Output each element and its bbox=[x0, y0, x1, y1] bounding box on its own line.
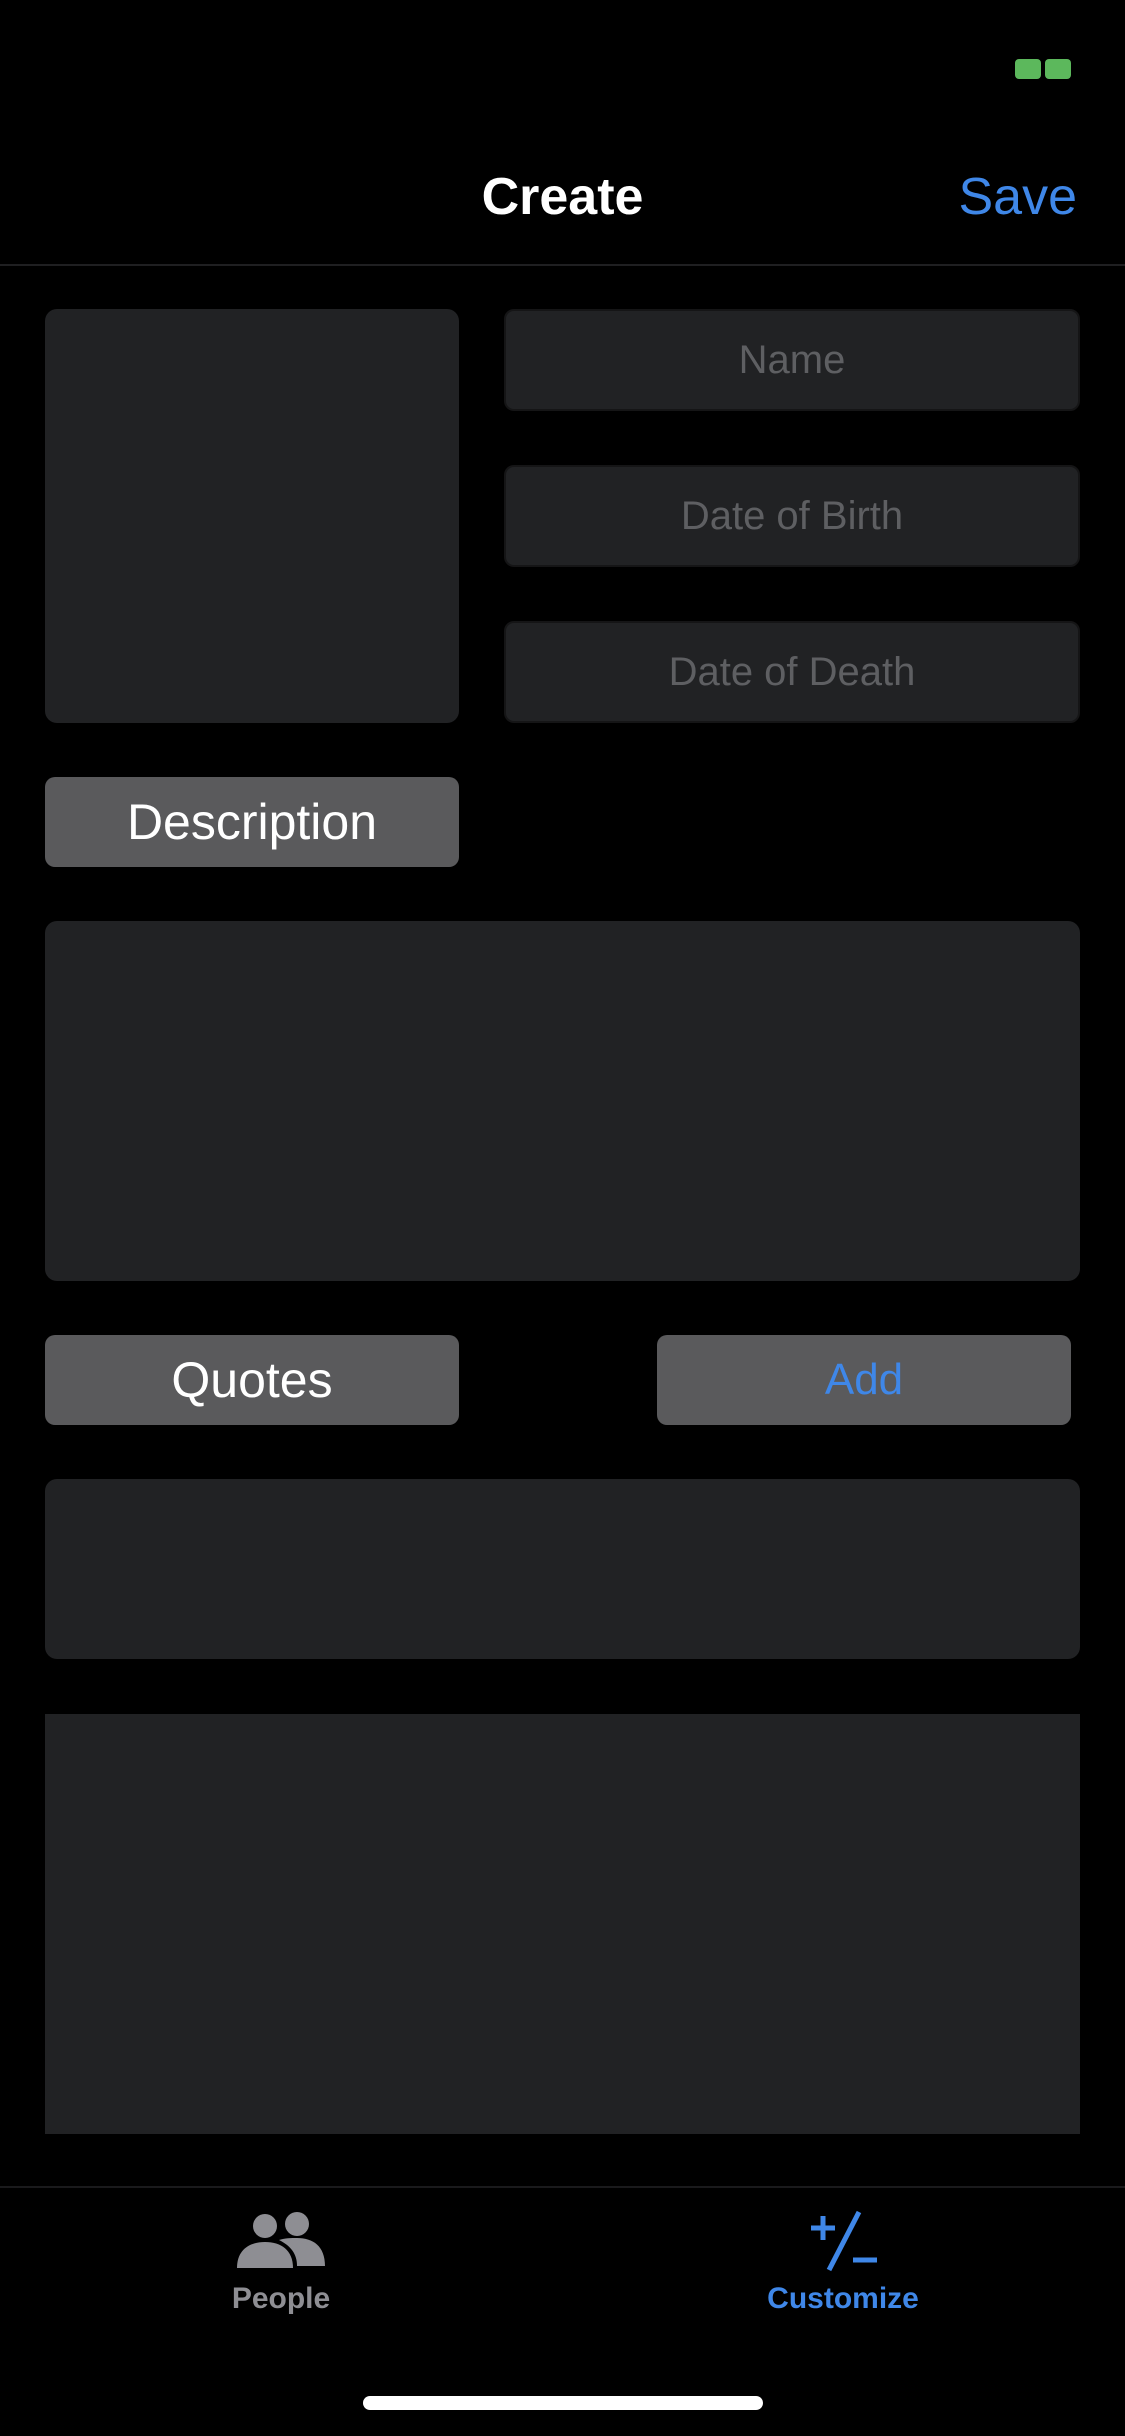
people-icon bbox=[237, 2212, 325, 2268]
tab-people[interactable]: People bbox=[131, 2210, 431, 2316]
name-field[interactable] bbox=[504, 309, 1080, 411]
status-indicator-icon bbox=[1015, 58, 1071, 80]
tab-customize[interactable]: Customize bbox=[693, 2210, 993, 2316]
nav-divider bbox=[0, 264, 1125, 266]
home-indicator bbox=[363, 2396, 763, 2410]
photo-placeholder[interactable] bbox=[45, 309, 459, 723]
tab-bar-divider bbox=[0, 2186, 1125, 2188]
save-button[interactable]: Save bbox=[958, 162, 1077, 232]
tab-customize-label: Customize bbox=[767, 2282, 919, 2315]
quote-input[interactable] bbox=[45, 1479, 1080, 1659]
tab-people-label: People bbox=[231, 2282, 331, 2315]
date-of-birth-field[interactable] bbox=[504, 465, 1080, 567]
page-title: Create bbox=[481, 168, 644, 226]
add-quote-button[interactable]: Add bbox=[657, 1335, 1071, 1425]
plus-minus-icon bbox=[811, 2210, 877, 2272]
description-textarea[interactable] bbox=[45, 921, 1080, 1281]
description-button[interactable]: Description bbox=[45, 777, 459, 867]
quotes-button[interactable]: Quotes bbox=[45, 1335, 459, 1425]
quotes-list[interactable] bbox=[45, 1714, 1080, 2134]
date-of-death-field[interactable] bbox=[504, 621, 1080, 723]
